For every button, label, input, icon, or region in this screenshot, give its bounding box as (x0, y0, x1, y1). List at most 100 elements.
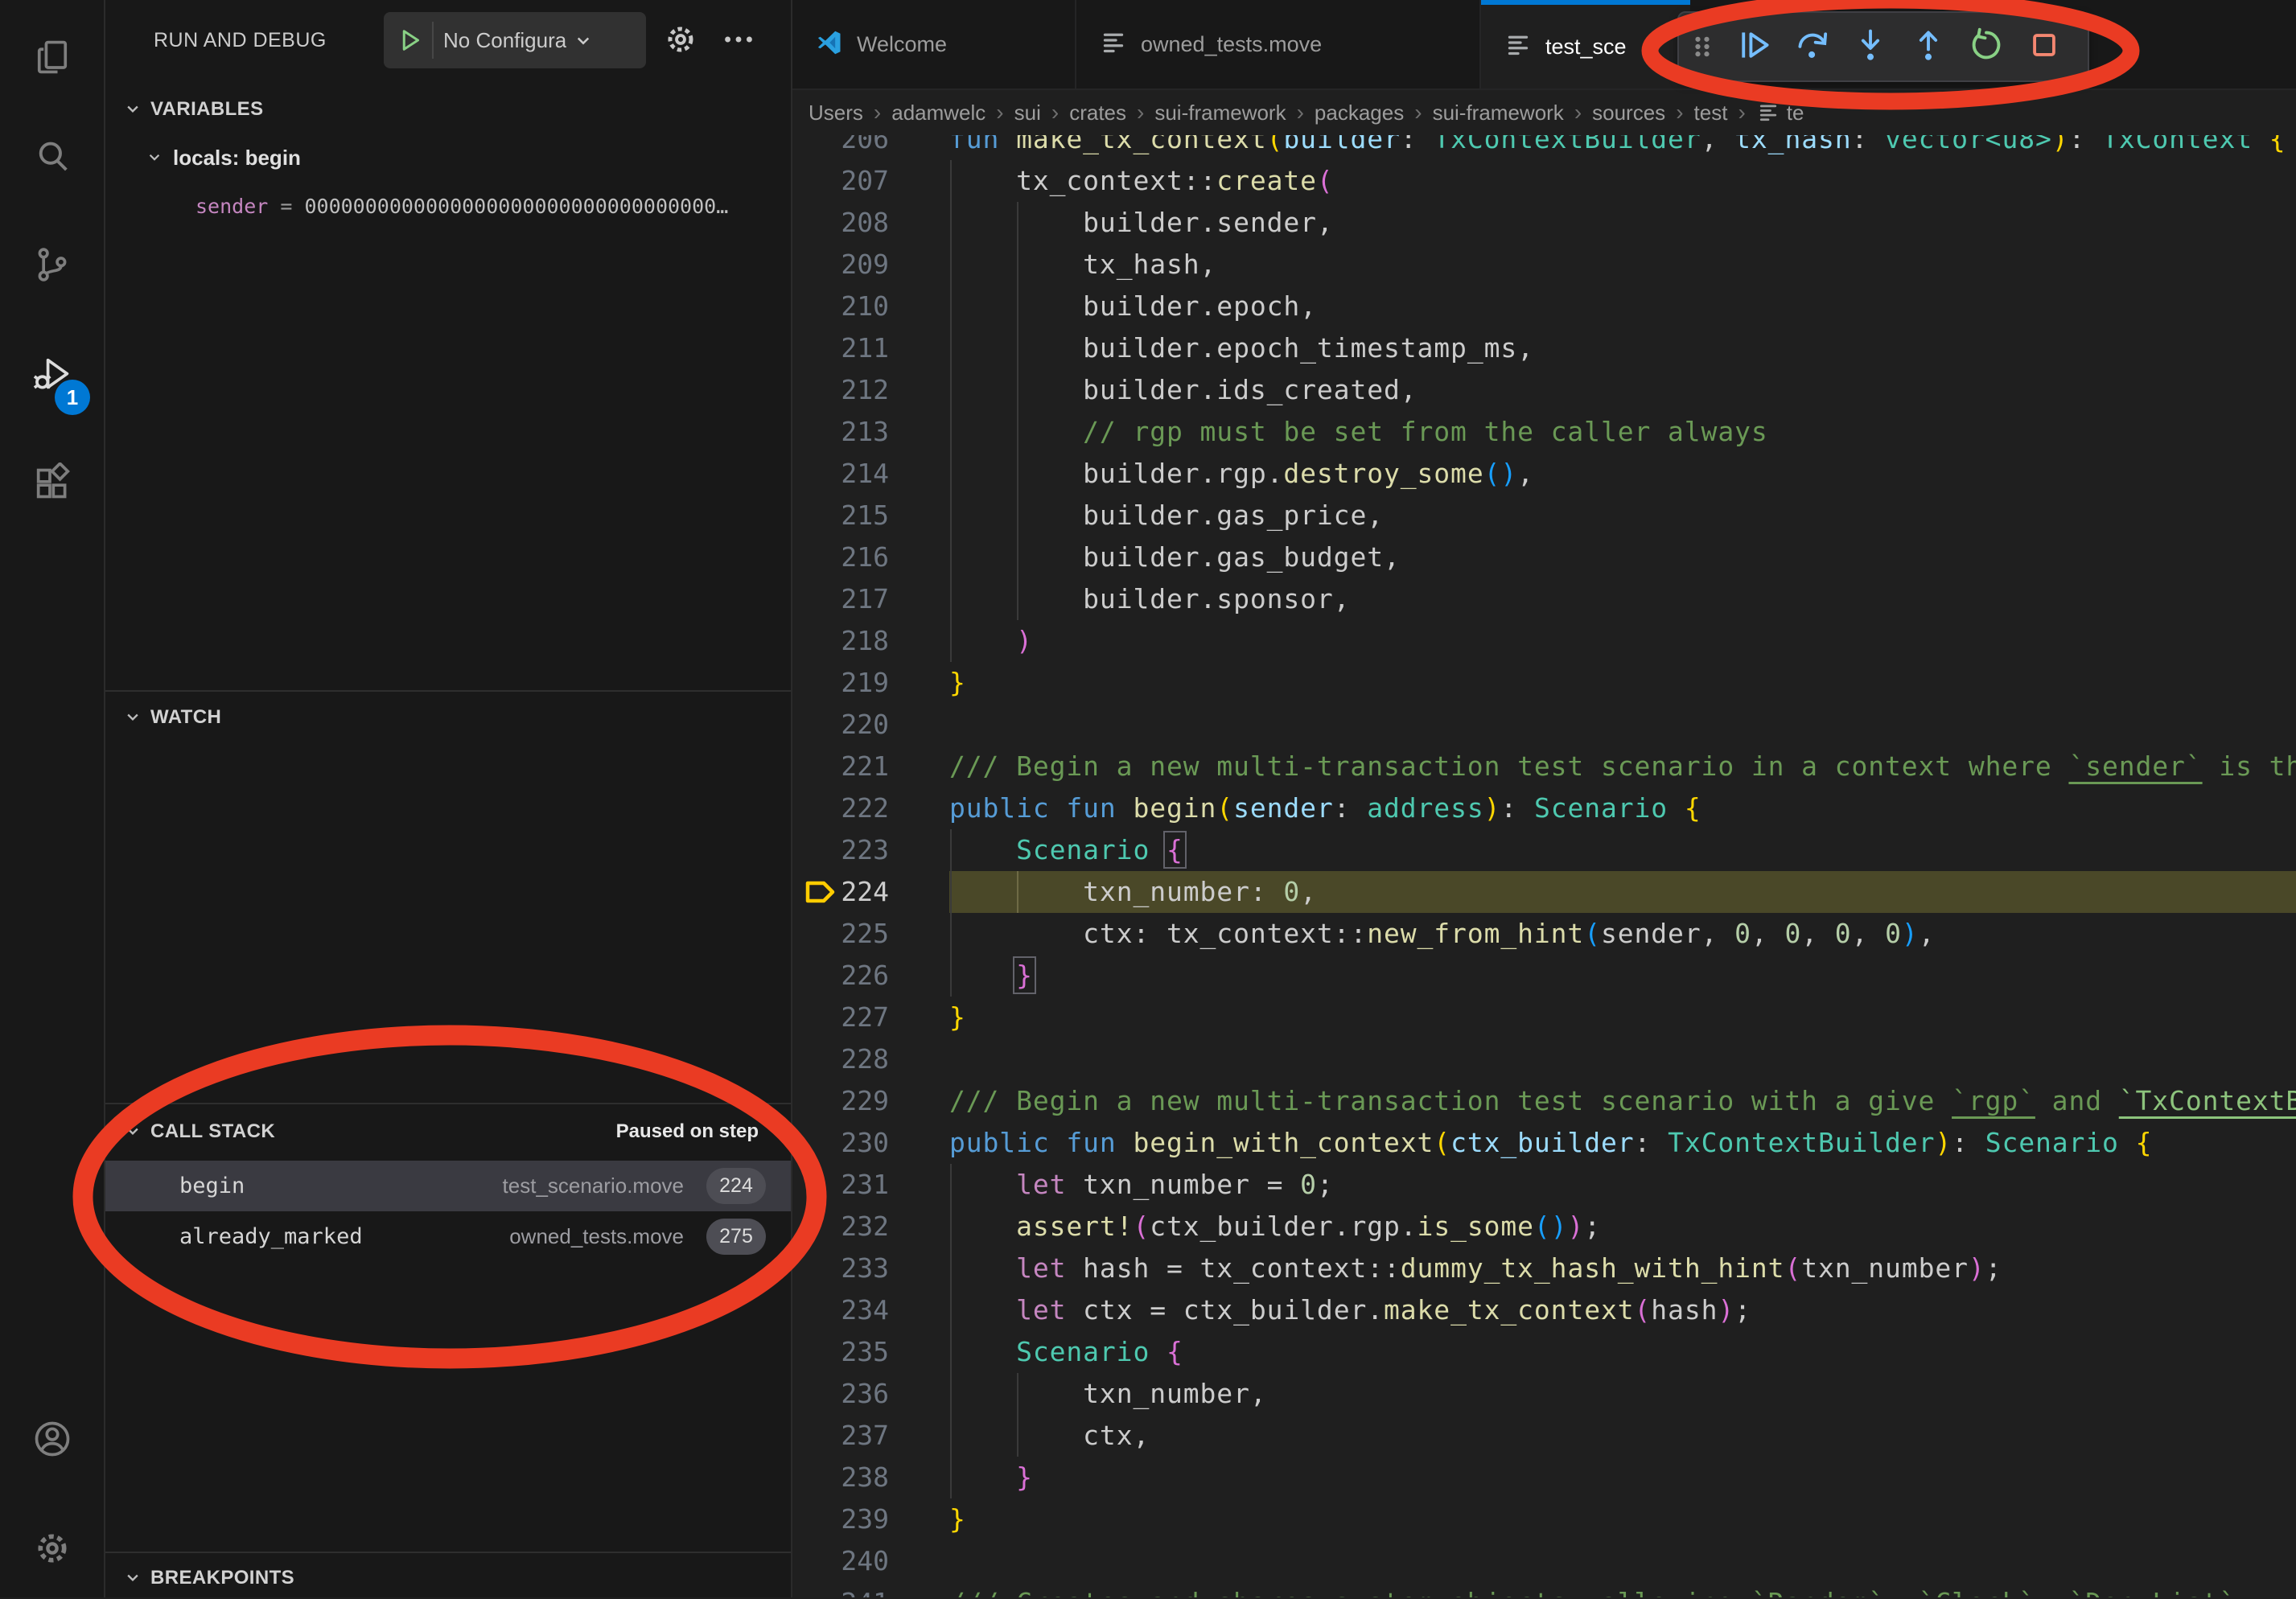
code-line-213[interactable]: 213 // rgp must be set from the caller a… (792, 411, 2296, 453)
line-number[interactable]: 223 (792, 829, 889, 871)
line-number[interactable]: 235 (792, 1331, 889, 1373)
code-line-221[interactable]: 221/// Begin a new multi-transaction tes… (792, 746, 2296, 787)
line-number[interactable]: 222 (792, 787, 889, 829)
line-number[interactable]: 233 (792, 1248, 889, 1289)
activity-bar-item-explorer[interactable] (0, 14, 104, 103)
code-line-226[interactable]: 226 } (792, 955, 2296, 997)
line-number[interactable]: 234 (792, 1289, 889, 1331)
line-number[interactable]: 237 (792, 1415, 889, 1457)
activity-bar-item-account[interactable] (0, 1396, 104, 1485)
breadcrumb-item[interactable]: test (1694, 101, 1728, 125)
line-number[interactable]: 210 (792, 286, 889, 327)
code-line-239[interactable]: 239} (792, 1498, 2296, 1540)
breadcrumb-item[interactable]: sui-framework (1433, 101, 1564, 125)
step-into-button[interactable] (1841, 13, 1899, 80)
breadcrumb[interactable]: Users›adamwelc›sui›crates›sui-framework›… (792, 90, 2296, 135)
watch-section-header[interactable]: WATCH (105, 697, 791, 738)
variable-row[interactable]: sender = 0000000000000000000000000000000… (195, 183, 728, 228)
variables-section-header[interactable]: VARIABLES (105, 88, 791, 130)
line-number[interactable]: 241 (792, 1582, 889, 1597)
restart-button[interactable] (1957, 13, 2015, 80)
breadcrumb-item[interactable]: sui (1014, 101, 1041, 125)
code-line-214[interactable]: 214 builder.rgp.destroy_some(), (792, 453, 2296, 495)
line-number[interactable]: 216 (792, 536, 889, 578)
code-line-211[interactable]: 211 builder.epoch_timestamp_ms, (792, 327, 2296, 369)
activity-bar-item-run-and-debug[interactable]: 1 (0, 331, 104, 420)
code-line-234[interactable]: 234 let ctx = ctx_builder.make_tx_contex… (792, 1289, 2296, 1331)
variables-scope-row[interactable]: locals: begin (105, 135, 791, 180)
line-number[interactable]: 220 (792, 704, 889, 746)
line-number[interactable]: 240 (792, 1540, 889, 1582)
code-line-218[interactable]: 218 ) (792, 620, 2296, 662)
code-line-224[interactable]: 224 txn_number: 0, (792, 871, 2296, 913)
line-number[interactable]: 209 (792, 244, 889, 286)
code-line-230[interactable]: 230public fun begin_with_context(ctx_bui… (792, 1122, 2296, 1164)
breadcrumb-item[interactable]: crates (1069, 101, 1126, 125)
activity-bar-item-search[interactable] (0, 114, 104, 203)
code-line-236[interactable]: 236 txn_number, (792, 1373, 2296, 1415)
line-number[interactable]: 236 (792, 1373, 889, 1415)
breadcrumb-item[interactable]: Users (809, 101, 863, 125)
code-area[interactable]: 206fun make_tx_context(builder: TxContex… (792, 0, 2296, 1597)
breadcrumb-item-file[interactable]: te (1756, 101, 1804, 125)
line-number[interactable]: 229 (792, 1080, 889, 1122)
line-number[interactable]: 231 (792, 1164, 889, 1206)
start-debug-icon[interactable] (395, 26, 424, 55)
line-number[interactable]: 207 (792, 160, 889, 202)
code-line-209[interactable]: 209 tx_hash, (792, 244, 2296, 286)
continue-button[interactable] (1726, 13, 1784, 80)
line-number[interactable]: 217 (792, 578, 889, 620)
activity-bar-item-extensions[interactable] (0, 441, 104, 529)
code-line-229[interactable]: 229/// Begin a new multi-transaction tes… (792, 1080, 2296, 1122)
line-number[interactable]: 211 (792, 327, 889, 369)
code-line-228[interactable]: 228 (792, 1038, 2296, 1080)
tab-test_sce[interactable]: test_sce (1481, 0, 1690, 88)
code-line-222[interactable]: 222public fun begin(sender: address): Sc… (792, 787, 2296, 829)
line-number[interactable]: 239 (792, 1498, 889, 1540)
activity-bar-item-source-control[interactable] (0, 222, 104, 310)
code-line-207[interactable]: 207 tx_context::create( (792, 160, 2296, 202)
code-line-208[interactable]: 208 builder.sender, (792, 202, 2296, 244)
line-number[interactable]: 226 (792, 955, 889, 997)
line-number[interactable]: 232 (792, 1206, 889, 1248)
code-line-215[interactable]: 215 builder.gas_price, (792, 495, 2296, 536)
code-line-232[interactable]: 232 assert!(ctx_builder.rgp.is_some()); (792, 1206, 2296, 1248)
code-line-227[interactable]: 227} (792, 997, 2296, 1038)
tab-welcome[interactable]: Welcome (792, 0, 1076, 88)
line-number[interactable]: 227 (792, 997, 889, 1038)
line-number[interactable]: 225 (792, 913, 889, 955)
call-stack-section-header[interactable]: CALL STACK Paused on step (105, 1111, 791, 1153)
line-number[interactable]: 213 (792, 411, 889, 453)
code-line-235[interactable]: 235 Scenario { (792, 1331, 2296, 1373)
line-number[interactable]: 215 (792, 495, 889, 536)
code-line-220[interactable]: 220 (792, 704, 2296, 746)
call-stack-frame[interactable]: begintest_scenario.move224 (105, 1161, 791, 1211)
code-line-231[interactable]: 231 let txn_number = 0; (792, 1164, 2296, 1206)
breadcrumb-item[interactable]: sui-framework (1154, 101, 1286, 125)
line-number[interactable]: 224 (792, 871, 889, 913)
line-number[interactable]: 214 (792, 453, 889, 495)
line-number[interactable]: 238 (792, 1457, 889, 1498)
code-line-210[interactable]: 210 builder.epoch, (792, 286, 2296, 327)
code-line-233[interactable]: 233 let hash = tx_context::dummy_tx_hash… (792, 1248, 2296, 1289)
code-line-240[interactable]: 240 (792, 1540, 2296, 1582)
code-line-212[interactable]: 212 builder.ids_created, (792, 369, 2296, 411)
activity-bar-item-settings[interactable] (0, 1506, 104, 1594)
line-number[interactable]: 219 (792, 662, 889, 704)
breadcrumb-item[interactable]: adamwelc (891, 101, 985, 125)
more-actions-icon[interactable] (720, 21, 757, 58)
code-line-225[interactable]: 225 ctx: tx_context::new_from_hint(sende… (792, 913, 2296, 955)
code-line-223[interactable]: 223 Scenario { (792, 829, 2296, 871)
line-number[interactable]: 221 (792, 746, 889, 787)
line-number[interactable]: 230 (792, 1122, 889, 1164)
stop-button[interactable] (2015, 13, 2073, 80)
line-number[interactable]: 208 (792, 202, 889, 244)
code-line-238[interactable]: 238 } (792, 1457, 2296, 1498)
call-stack-frame[interactable]: already_markedowned_tests.move275 (105, 1211, 791, 1262)
toolbar-drag-handle-icon[interactable] (1679, 29, 1726, 64)
step-over-button[interactable] (1784, 13, 1841, 80)
line-number[interactable]: 218 (792, 620, 889, 662)
gear-icon[interactable] (662, 21, 699, 58)
breadcrumb-item[interactable]: packages (1315, 101, 1404, 125)
tab-owned_tests-move[interactable]: owned_tests.move (1076, 0, 1481, 88)
